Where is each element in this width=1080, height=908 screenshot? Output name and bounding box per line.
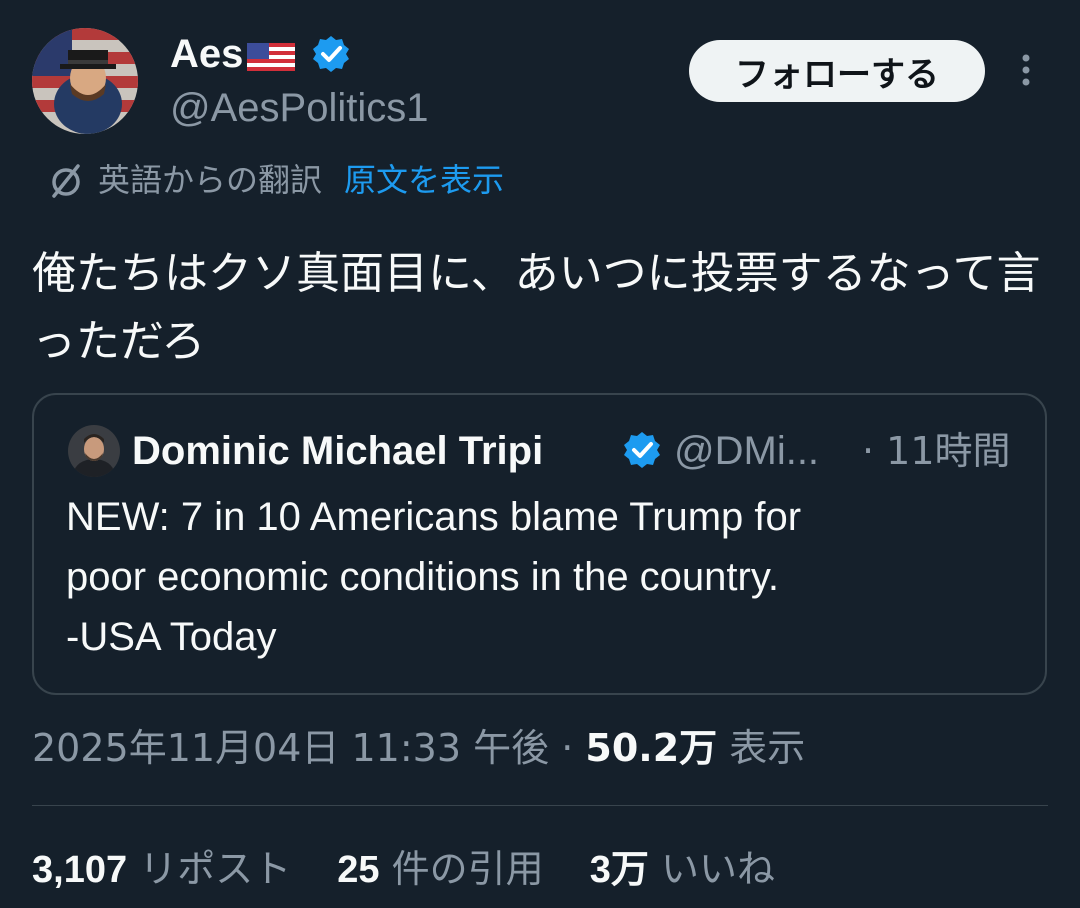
author-handle[interactable]: @AesPolitics1 [170,82,428,134]
likes-count: 3万 [589,849,649,891]
quoted-tweet-time: · 11時間 [862,429,1011,473]
tweet-text: 俺たちはクソ真面目に、あいつに投票するなって言っただろ [32,248,1041,367]
author-display-name-row[interactable]: Aes [170,28,351,80]
tweet-detail: Aes @AesPolitics1 フォローする 英語からの翻訳 原文を表示 俺… [0,0,1080,908]
quotes-count: 25 [337,849,380,891]
author-avatar[interactable] [32,28,138,134]
likes-label: いいね [661,847,776,891]
follow-button[interactable]: フォローする [689,40,985,102]
reposts-count: 3,107 [32,849,128,891]
avatar-image [32,28,138,134]
quoted-author-handle: @DMi... [674,429,820,473]
reposts-label: リポスト [139,847,292,891]
quoted-author-avatar[interactable] [68,425,120,477]
more-options-icon[interactable] [1014,52,1038,92]
tweet-timestamp[interactable]: 2025年11月04日 11:33 午後 [32,726,549,770]
translation-label: 英語からの翻訳 [98,161,323,199]
show-original-link[interactable]: 原文を表示 [344,158,504,202]
quoted-text-line: poor economic conditions in the country. [66,555,779,599]
translation-notice: 英語からの翻訳 原文を表示 [44,158,504,202]
author-display-name: Aes [170,32,244,76]
engagement-stats: 3,107 リポスト 25 件の引用 3万 いいね [32,842,809,897]
us-flag-icon [245,36,297,72]
reposts-stat[interactable]: 3,107 リポスト [32,847,303,891]
verified-badge-icon[interactable] [311,34,351,74]
meta-separator: · [561,726,574,770]
views-count: 50.2万 [585,726,718,770]
divider [32,805,1048,806]
quoted-author-name[interactable]: Dominic Michael Tripi [132,425,543,477]
quotes-label: 件の引用 [391,847,544,891]
quoted-text-line: -USA Today [66,615,277,659]
quoted-tweet-card[interactable]: Dominic Michael Tripi @DMi... · 11時間 NEW… [32,393,1047,695]
quoted-tweet-text: NEW: 7 in 10 Americans blame Trump for p… [66,487,966,667]
views-label: 表示 [729,726,806,770]
likes-stat[interactable]: 3万 いいね [590,847,775,891]
quoted-text-line: NEW: 7 in 10 Americans blame Trump for [66,495,802,539]
translate-icon [44,158,88,202]
quoted-verified-badge-icon [622,430,662,470]
tweet-meta: 2025年11月04日 11:33 午後 · 50.2万 表示 [32,722,805,774]
quotes-stat[interactable]: 25 件の引用 [337,847,555,891]
